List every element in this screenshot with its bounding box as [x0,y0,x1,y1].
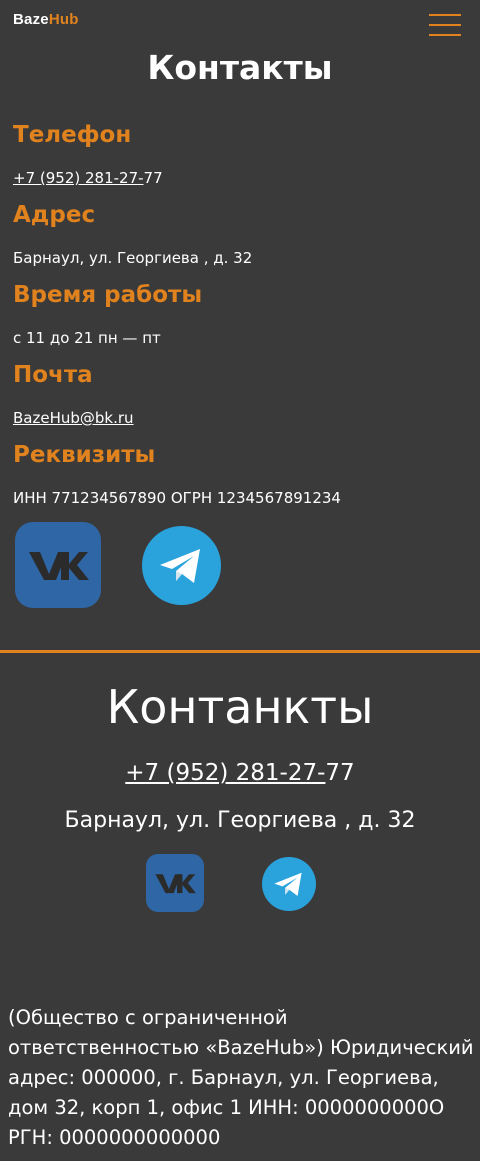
footer-phone: +7 (952) 281-27-77 [0,760,480,786]
logo[interactable]: BazeHub [13,11,79,28]
telegram-icon[interactable] [142,526,221,605]
logo-text-hub: Hub [48,11,79,28]
address-value: Барнаул, ул. Георгиева , д. 32 [13,249,253,267]
email-value: BazeHub@bk.ru [13,409,134,427]
phone-value: +7 (952) 281-27-77 [13,169,163,187]
email-heading: Почта [13,362,93,388]
phone-heading: Телефон [13,122,132,148]
menu-line [429,34,461,36]
vk-icon[interactable] [15,522,101,608]
requisites-value: ИНН 771234567890 ОГРН 1234567891234 [13,489,341,507]
page-title: Контакты [147,48,333,87]
logo-text-baze: Baze [13,11,49,28]
requisites-heading: Реквизиты [13,442,156,468]
footer-phone-rest: 77 [325,760,355,786]
vk-icon[interactable] [146,854,204,912]
menu-line [429,14,461,16]
hours-value: с 11 до 21 пн — пт [13,329,161,347]
footer-address: Барнаул, ул. Георгиева , д. 32 [64,808,416,833]
header: BazeHub [0,0,480,44]
hamburger-menu-icon[interactable] [429,14,461,36]
footer-divider [0,650,480,653]
menu-line [429,24,461,26]
footer-title: Контанкты [106,680,374,734]
address-heading: Адрес [13,202,96,228]
hours-heading: Время работы [13,282,203,308]
phone-link[interactable]: +7 (952) 281-27- [13,169,144,187]
telegram-icon[interactable] [262,857,316,911]
footer-phone-link[interactable]: +7 (952) 281-27- [125,760,325,786]
phone-rest: 77 [143,169,163,187]
legal-info: (Общество с ограниченной ответственность… [8,1006,474,1149]
email-link[interactable]: BazeHub@bk.ru [13,409,134,427]
